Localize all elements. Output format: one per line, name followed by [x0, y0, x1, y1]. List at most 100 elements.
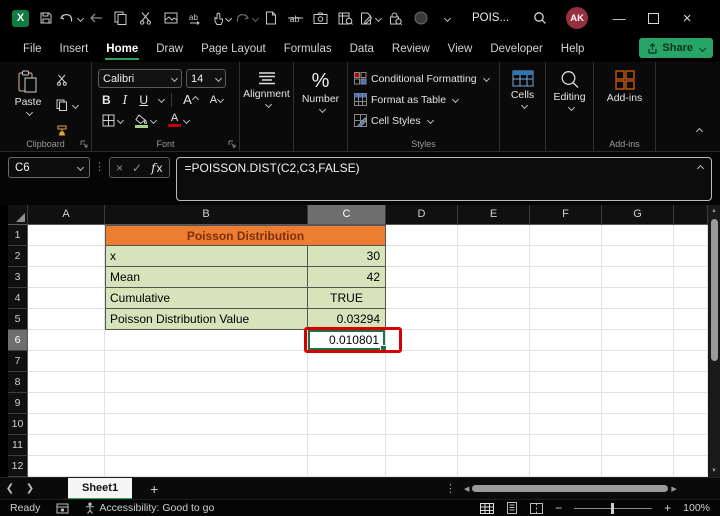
grid-cell-F12[interactable] [530, 456, 602, 477]
grid-cell-A7[interactable] [28, 351, 105, 372]
name-box[interactable]: C6 [8, 157, 90, 178]
insert-function-icon[interactable]: fx [151, 161, 162, 175]
grid-cell-D12[interactable] [386, 456, 458, 477]
row-header-11[interactable]: 11 [8, 435, 28, 456]
undo-icon[interactable] [58, 6, 83, 30]
strikethrough-icon[interactable]: ab [283, 6, 308, 30]
grid-cell-C3[interactable]: 42 [308, 267, 386, 288]
clipboard-dialog-launcher[interactable] [80, 140, 88, 148]
grid-cell-E11[interactable] [458, 435, 530, 456]
grid-cell-D2[interactable] [386, 246, 458, 267]
normal-view-icon[interactable] [480, 503, 494, 514]
conditional-formatting-button[interactable]: Conditional Formatting [354, 68, 499, 89]
sheet-lookup-icon[interactable] [333, 6, 358, 30]
grid-cell-C10[interactable] [308, 414, 386, 435]
macro-record-icon[interactable] [56, 503, 69, 514]
grid-cell-D1[interactable] [386, 225, 458, 246]
copy-icon[interactable] [108, 6, 133, 30]
zoom-slider[interactable] [574, 508, 652, 509]
paste-picture-icon[interactable] [158, 6, 183, 30]
horizontal-scroll-thumb[interactable] [472, 485, 668, 492]
number-button[interactable]: % Number [294, 62, 347, 112]
grid-cell-E5[interactable] [458, 309, 530, 330]
grid-cell-F8[interactable] [530, 372, 602, 393]
grid-cell-G6[interactable] [602, 330, 674, 351]
grid-cell-D3[interactable] [386, 267, 458, 288]
column-header-B[interactable]: B [105, 205, 308, 225]
row-header-12[interactable]: 12 [8, 456, 28, 477]
column-header-G[interactable]: G [602, 205, 674, 225]
grid-cell-C12[interactable] [308, 456, 386, 477]
grid-cell-F3[interactable] [530, 267, 602, 288]
grid-cell-A1[interactable] [28, 225, 105, 246]
collapse-ribbon-icon[interactable] [694, 123, 702, 141]
format-painter-button[interactable] [54, 120, 80, 140]
grid-cell-G11[interactable] [602, 435, 674, 456]
grid-cell-F5[interactable] [530, 309, 602, 330]
scroll-right-icon[interactable]: ▶ [671, 485, 676, 493]
grid-cell-E4[interactable] [458, 288, 530, 309]
grid-cell-E1[interactable] [458, 225, 530, 246]
tab-view[interactable]: View [439, 39, 482, 59]
grid-cell-F1[interactable] [530, 225, 602, 246]
grid-cell-F10[interactable] [530, 414, 602, 435]
copy-button[interactable] [54, 95, 80, 115]
horizontal-scrollbar[interactable]: ◀ ▶ [464, 483, 716, 495]
grid-cell-E12[interactable] [458, 456, 530, 477]
grid-cell-D8[interactable] [386, 372, 458, 393]
grid-cell-B4[interactable]: Cumulative [105, 288, 308, 309]
underline-button[interactable]: U [135, 93, 152, 107]
scroll-down-icon[interactable]: ▼ [711, 467, 717, 475]
grid-cell-B10[interactable] [105, 414, 308, 435]
grid-cell-B5[interactable]: Poisson Distribution Value [105, 309, 308, 330]
grid-cell-A12[interactable] [28, 456, 105, 477]
paste-button[interactable]: Paste [8, 62, 48, 151]
share-button[interactable]: Share [639, 38, 713, 58]
row-header-1[interactable]: 1 [8, 225, 28, 246]
tab-help[interactable]: Help [552, 39, 594, 59]
grid-cell-D9[interactable] [386, 393, 458, 414]
accessibility-status[interactable]: Accessibility: Good to go [85, 502, 214, 514]
grid-cell-G8[interactable] [602, 372, 674, 393]
grid-cell-E9[interactable] [458, 393, 530, 414]
grid-cell-G4[interactable] [602, 288, 674, 309]
zoom-out-button[interactable]: − [555, 501, 562, 515]
tab-insert[interactable]: Insert [51, 39, 98, 59]
grid-cell-B3[interactable]: Mean [105, 267, 308, 288]
grid-cell-F11[interactable] [530, 435, 602, 456]
export-edit-icon[interactable] [358, 6, 383, 30]
vertical-scroll-thumb[interactable] [711, 219, 718, 361]
grid-cell-G10[interactable] [602, 414, 674, 435]
grid-cell-A10[interactable] [28, 414, 105, 435]
zoom-in-button[interactable]: + [664, 501, 671, 515]
bold-button[interactable]: B [98, 93, 115, 107]
page-layout-view-icon[interactable] [506, 502, 518, 514]
grid-cell-F4[interactable] [530, 288, 602, 309]
page-break-preview-icon[interactable] [530, 503, 543, 514]
cell-styles-button[interactable]: Cell Styles [354, 110, 499, 131]
font-color-button[interactable]: A [164, 114, 193, 127]
grid-cell-F9[interactable] [530, 393, 602, 414]
row-header-8[interactable]: 8 [8, 372, 28, 393]
tab-file[interactable]: File [14, 39, 51, 59]
sheet-tab-overflow-icon[interactable]: ⋮ [445, 482, 456, 495]
add-sheet-button[interactable]: + [150, 481, 158, 497]
font-size-combobox[interactable]: 14 [186, 69, 226, 88]
camera-icon[interactable] [308, 6, 333, 30]
grow-font-button[interactable]: A [179, 92, 202, 107]
grid-cell-E2[interactable] [458, 246, 530, 267]
zoom-slider-handle[interactable] [611, 503, 614, 514]
grid-cell-D7[interactable] [386, 351, 458, 372]
cells-button[interactable]: Cells [500, 62, 545, 108]
sheet-tab-sheet1[interactable]: Sheet1 [68, 478, 132, 500]
column-header-F[interactable]: F [530, 205, 602, 225]
row-header-2[interactable]: 2 [8, 246, 28, 267]
qat-overflow-icon[interactable] [433, 6, 458, 30]
grid-cell-C9[interactable] [308, 393, 386, 414]
zoom-level[interactable]: 100% [683, 502, 710, 514]
tab-home[interactable]: Home [97, 39, 147, 59]
font-family-combobox[interactable]: Calibri [98, 69, 182, 88]
tab-developer[interactable]: Developer [481, 39, 551, 59]
grid-cell-E7[interactable] [458, 351, 530, 372]
maximize-button[interactable] [636, 6, 670, 30]
